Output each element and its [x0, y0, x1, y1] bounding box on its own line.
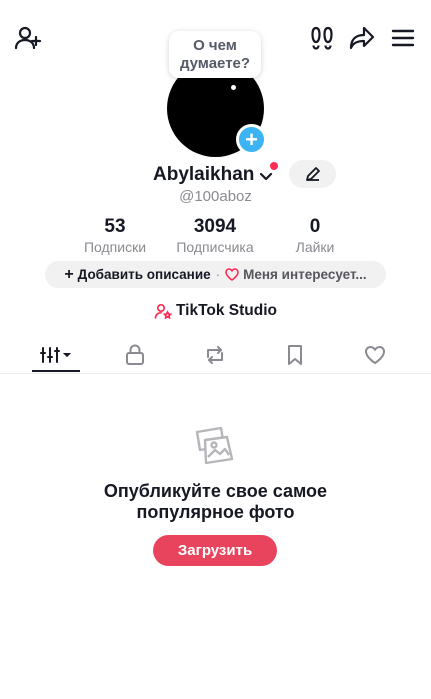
- studio-label: TikTok Studio: [175, 302, 278, 319]
- add-user-icon[interactable]: [12, 24, 44, 52]
- stat-value: 53: [104, 216, 126, 237]
- stat-likes[interactable]: 0 Лайки: [284, 216, 346, 256]
- add-avatar-button[interactable]: +: [236, 124, 267, 155]
- posts-grid-icon: [40, 347, 71, 363]
- bio-pill: + Добавить описание · Меня интересует...: [45, 261, 386, 288]
- tiktok-studio-link[interactable]: TikTok Studio: [0, 302, 431, 320]
- tab-private[interactable]: [110, 338, 160, 372]
- stat-label: Подписки: [83, 239, 147, 255]
- name-row: Abylaikhan: [0, 162, 431, 188]
- add-description-button[interactable]: Добавить описание: [78, 267, 211, 282]
- share-icon[interactable]: [346, 23, 378, 53]
- stat-value: 0: [309, 216, 321, 237]
- tab-posts[interactable]: [31, 338, 81, 372]
- username[interactable]: Abylaikhan: [153, 164, 254, 186]
- pencil-icon: [305, 167, 320, 181]
- status-bubble[interactable]: О чем думаете?: [169, 31, 261, 78]
- heart-icon: [364, 345, 386, 365]
- tab-liked[interactable]: [350, 338, 400, 372]
- edit-profile-button[interactable]: [289, 160, 336, 188]
- notification-dot: [270, 162, 278, 170]
- stat-following[interactable]: 53 Подписки: [76, 216, 154, 256]
- empty-state-title: Опубликуйте свое самое популярное фото: [0, 481, 431, 523]
- interests-button[interactable]: Меня интересует...: [243, 267, 367, 282]
- upload-button[interactable]: Загрузить: [153, 535, 277, 566]
- empty-state-line-1: Опубликуйте свое самое: [103, 481, 328, 501]
- tab-saved[interactable]: [270, 338, 320, 372]
- repost-icon: [207, 346, 223, 364]
- user-handle: @100aboz: [179, 188, 252, 205]
- menu-icon[interactable]: [388, 24, 418, 52]
- active-tab-indicator: [32, 370, 80, 372]
- stats-row: 53 Подписки 3094 Подписчика 0 Лайки: [0, 216, 431, 256]
- stat-followers[interactable]: 3094 Подписчика: [168, 216, 262, 256]
- photo-gallery-icon: [193, 424, 238, 469]
- bubble-dot: [231, 85, 236, 90]
- tab-reposts[interactable]: [190, 338, 240, 372]
- status-bubble-text: О чем думаете?: [179, 36, 251, 72]
- studio-user-icon: [154, 303, 172, 319]
- heart-outline-icon: [225, 268, 239, 281]
- stat-label: Лайки: [295, 239, 335, 255]
- separator: ·: [215, 267, 221, 282]
- bookmark-icon: [288, 345, 302, 365]
- footprints-icon[interactable]: [307, 24, 337, 52]
- stat-value: 3094: [193, 216, 237, 237]
- profile-tabs: [0, 338, 431, 374]
- empty-state-line-2: популярное фото: [136, 502, 295, 522]
- chevron-down-icon[interactable]: [258, 168, 274, 184]
- stat-label: Подписчика: [176, 239, 254, 255]
- plus-icon: +: [64, 265, 74, 283]
- lock-icon: [126, 344, 144, 365]
- plus-icon: +: [245, 126, 258, 152]
